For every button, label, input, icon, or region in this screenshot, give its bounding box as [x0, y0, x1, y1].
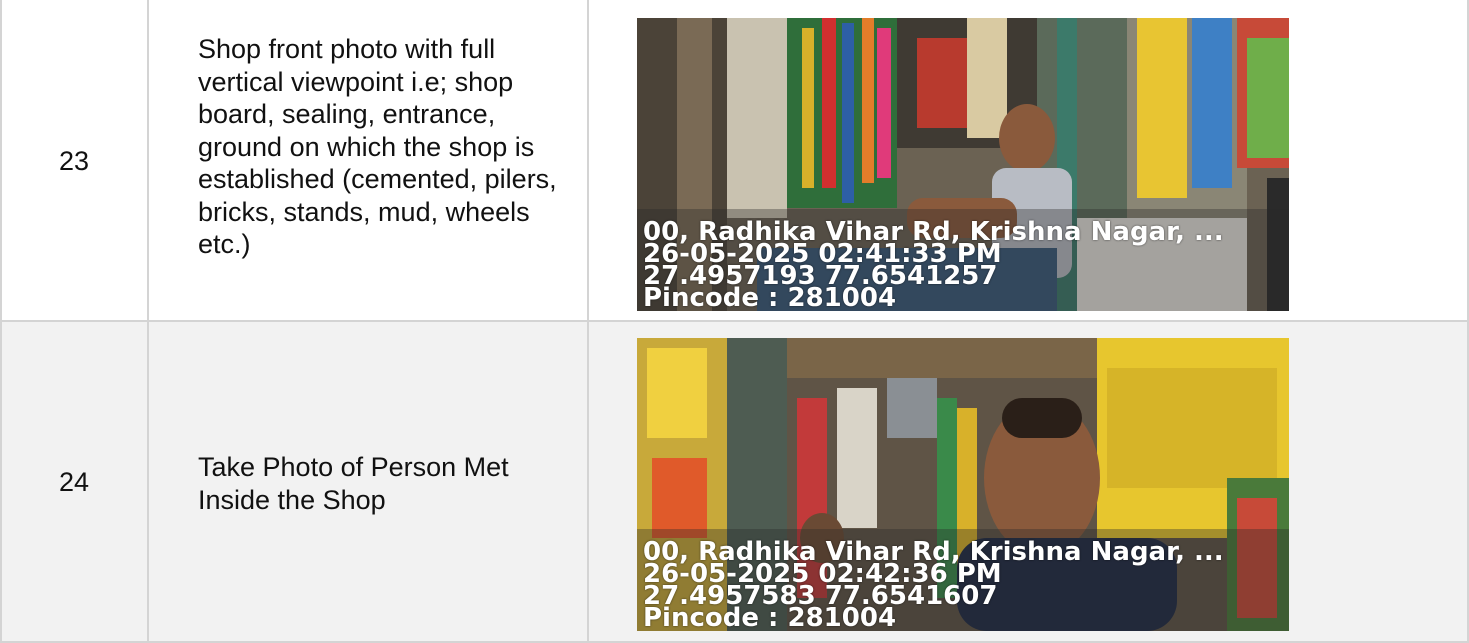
person-met-photo[interactable]: 00, Radhika Vihar Rd, Krishna Nagar, ...…	[637, 338, 1289, 631]
table-row: 24 Take Photo of Person Met Inside the S…	[0, 322, 1469, 643]
table-row: 23 Shop front photo with full vertical v…	[0, 0, 1469, 322]
verification-table: 23 Shop front photo with full vertical v…	[0, 0, 1469, 643]
row-description: Take Photo of Person Met Inside the Shop	[198, 452, 509, 515]
geo-stamp: 00, Radhika Vihar Rd, Krishna Nagar, ...…	[643, 219, 1224, 311]
shop-front-photo[interactable]: 00, Radhika Vihar Rd, Krishna Nagar, ...…	[637, 18, 1289, 311]
geo-stamp: 00, Radhika Vihar Rd, Krishna Nagar, ...…	[643, 539, 1224, 631]
row-divider	[0, 320, 1469, 322]
row-number: 23	[58, 145, 90, 176]
row-number: 24	[58, 467, 90, 497]
row-description: Shop front photo with full vertical view…	[198, 34, 557, 259]
